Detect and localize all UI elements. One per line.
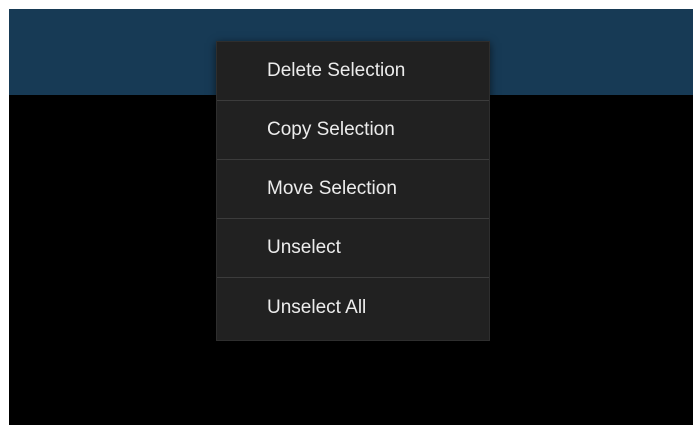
menu-item-delete-selection[interactable]: Delete Selection: [217, 42, 489, 101]
app-screen: Delete Selection Copy Selection Move Sel…: [9, 9, 693, 425]
menu-item-move-selection[interactable]: Move Selection: [217, 160, 489, 219]
menu-item-label: Delete Selection: [267, 60, 406, 81]
menu-item-copy-selection[interactable]: Copy Selection: [217, 101, 489, 160]
menu-item-label: Unselect All: [267, 296, 367, 318]
menu-item-label: Copy Selection: [267, 119, 395, 140]
menu-item-unselect-all[interactable]: Unselect All: [217, 278, 489, 337]
context-menu: Delete Selection Copy Selection Move Sel…: [216, 41, 490, 341]
menu-item-unselect[interactable]: Unselect: [217, 219, 489, 278]
menu-item-label: Unselect: [267, 237, 341, 258]
menu-item-label: Move Selection: [267, 178, 397, 199]
